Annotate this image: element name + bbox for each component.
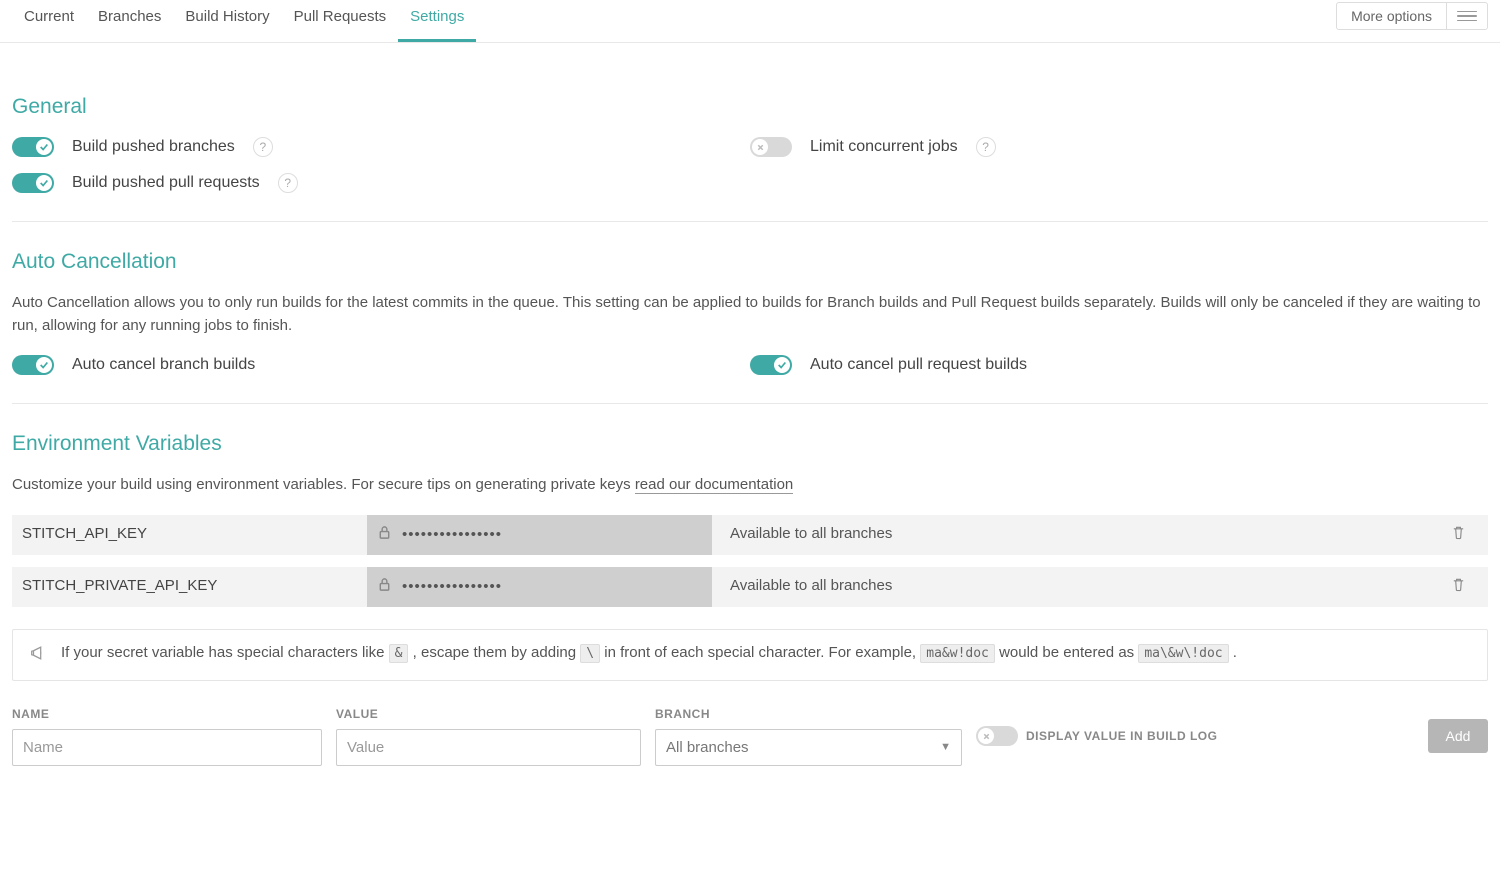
env-var-name: STITCH_PRIVATE_API_KEY [12,567,367,607]
env-var-name: STITCH_API_KEY [12,515,367,555]
branch-field-label: BRANCH [655,707,962,721]
section-title-general: General [12,95,1488,119]
more-options-group: More options [1336,2,1488,30]
label-build-pushed-branches: Build pushed branches [72,138,235,156]
value-field-label: VALUE [336,707,641,721]
help-icon[interactable]: ? [976,137,996,157]
tab-build-history[interactable]: Build History [173,0,281,42]
env-var-scope: Available to all branches [712,567,1428,607]
label-limit-concurrent-jobs: Limit concurrent jobs [810,138,958,156]
section-title-env-vars: Environment Variables [12,432,1488,456]
help-icon[interactable]: ? [253,137,273,157]
env-var-scope: Available to all branches [712,515,1428,555]
env-var-value: •••••••••••••••• [367,567,712,607]
documentation-link[interactable]: read our documentation [635,476,793,494]
code-snippet: ma\&w\!doc [1138,644,1228,663]
code-snippet: ma&w!doc [920,644,995,663]
name-input[interactable] [12,729,322,766]
auto-cancellation-description: Auto Cancellation allows you to only run… [12,292,1488,337]
chevron-down-icon: ▼ [940,741,951,753]
toggle-auto-cancel-pr-builds[interactable] [750,355,792,375]
lock-icon [377,525,392,544]
toggle-build-pushed-pull-requests[interactable] [12,173,54,193]
env-var-row: STITCH_PRIVATE_API_KEY •••••••••••••••• … [12,567,1488,607]
toggle-display-value-in-log[interactable] [976,726,1018,746]
branch-selected-value: All branches [666,739,749,756]
env-var-row: STITCH_API_KEY •••••••••••••••• Availabl… [12,515,1488,555]
code-snippet: \ [580,644,600,663]
value-input[interactable] [336,729,641,766]
env-var-masked: •••••••••••••••• [402,526,502,543]
label-build-pushed-pull-requests: Build pushed pull requests [72,174,260,192]
lock-icon [377,577,392,596]
delete-env-var-button[interactable] [1428,515,1488,555]
env-var-masked: •••••••••••••••• [402,578,502,595]
help-icon[interactable]: ? [278,173,298,193]
tabs-nav: Current Branches Build History Pull Requ… [12,0,476,42]
megaphone-icon [29,644,47,666]
env-vars-description: Customize your build using environment v… [12,474,1488,497]
more-options-button[interactable]: More options [1337,3,1447,29]
toggle-build-pushed-branches[interactable] [12,137,54,157]
name-field-label: NAME [12,707,322,721]
label-auto-cancel-pr-builds: Auto cancel pull request builds [810,356,1027,374]
trash-icon [1451,577,1466,596]
delete-env-var-button[interactable] [1428,567,1488,607]
tab-pull-requests[interactable]: Pull Requests [282,0,399,42]
add-button[interactable]: Add [1428,719,1488,753]
env-var-value: •••••••••••••••• [367,515,712,555]
code-snippet: & [389,644,409,663]
display-value-label: DISPLAY VALUE IN BUILD LOG [1026,729,1414,743]
tab-current[interactable]: Current [12,0,86,42]
toggle-limit-concurrent-jobs[interactable] [750,137,792,157]
info-banner: If your secret variable has special char… [12,629,1488,681]
tab-branches[interactable]: Branches [86,0,173,42]
trash-icon [1451,525,1466,544]
label-auto-cancel-branch-builds: Auto cancel branch builds [72,356,255,374]
hamburger-icon[interactable] [1447,4,1487,28]
branch-select[interactable]: All branches ▼ [655,729,962,766]
section-title-auto-cancellation: Auto Cancellation [12,250,1488,274]
tab-settings[interactable]: Settings [398,0,476,42]
toggle-auto-cancel-branch-builds[interactable] [12,355,54,375]
